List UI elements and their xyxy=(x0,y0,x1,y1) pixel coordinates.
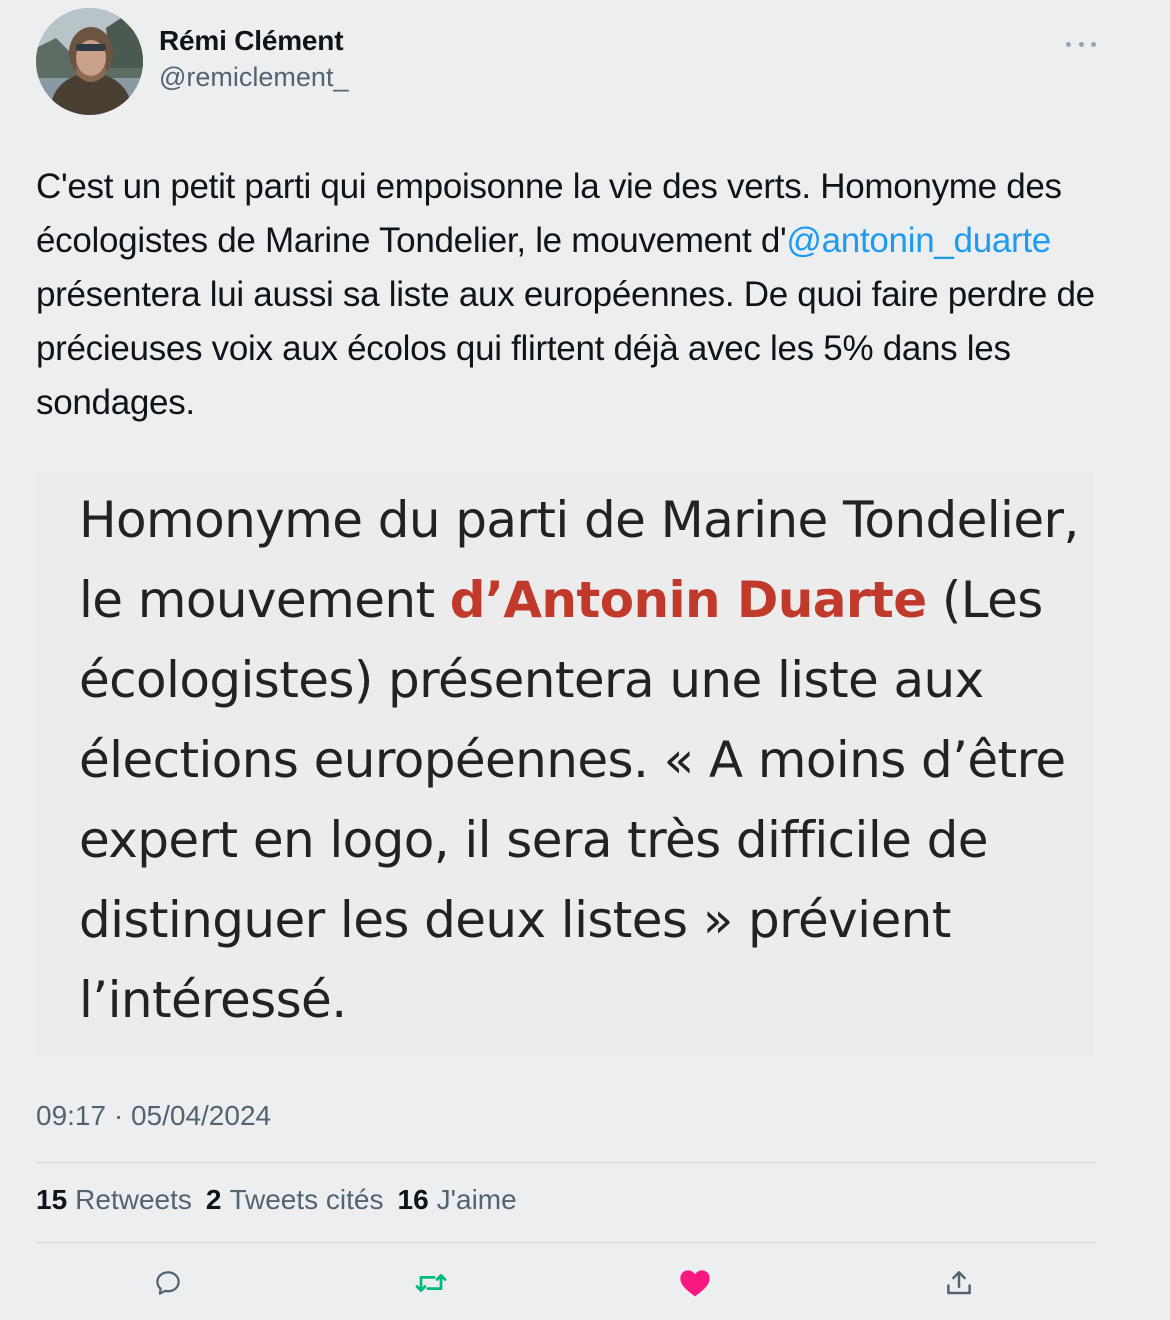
tweet-image[interactable]: Homonyme du parti de Marine Tondelier, l… xyxy=(36,470,1094,1058)
likes-count: 16 xyxy=(397,1184,429,1215)
divider xyxy=(36,1242,1096,1243)
image-text: Homonyme du parti de Marine Tondelier, l… xyxy=(79,480,1079,1040)
reply-button[interactable] xyxy=(151,1266,185,1300)
more-dot xyxy=(1091,41,1096,47)
image-text-part: (Les écologistes) présentera une liste a… xyxy=(79,571,1066,1029)
quotes-label: Tweets cités xyxy=(229,1184,384,1215)
like-button[interactable] xyxy=(678,1266,712,1300)
mention-link[interactable]: @antonin_duarte xyxy=(786,221,1051,260)
more-dot xyxy=(1066,41,1071,47)
tweet-timestamp[interactable]: 09:17 · 05/04/2024 xyxy=(36,1100,271,1132)
avatar[interactable] xyxy=(36,8,143,115)
engagement-stats: 15 Retweets 2 Tweets cités 16 J'aime xyxy=(36,1184,517,1216)
likes-stat[interactable]: 16 J'aime xyxy=(398,1184,517,1216)
retweets-label: Retweets xyxy=(75,1184,192,1215)
retweets-count: 15 xyxy=(36,1184,68,1215)
share-icon xyxy=(947,1271,971,1295)
share-button[interactable] xyxy=(942,1266,976,1300)
image-text-highlight: d’Antonin Duarte xyxy=(449,571,927,629)
author-display-name[interactable]: Rémi Clément xyxy=(159,25,344,57)
reply-icon xyxy=(156,1271,180,1295)
tweet-card: Rémi Clément @remiclement_ C'est un peti… xyxy=(0,0,1170,1320)
quotes-stat[interactable]: 2 Tweets cités xyxy=(206,1184,384,1216)
avatar-image xyxy=(36,8,143,115)
retweet-icon xyxy=(415,1274,447,1292)
author-handle[interactable]: @remiclement_ xyxy=(159,62,348,93)
more-dot xyxy=(1078,41,1084,47)
likes-label: J'aime xyxy=(436,1184,517,1215)
more-options-icon[interactable] xyxy=(1066,34,1096,54)
retweet-button[interactable] xyxy=(414,1266,448,1300)
retweets-stat[interactable]: 15 Retweets xyxy=(36,1184,192,1216)
tweet-text-part: présentera lui aussi sa liste aux europé… xyxy=(36,275,1095,422)
quotes-count: 2 xyxy=(205,1184,222,1215)
tweet-text: C'est un petit parti qui empoisonne la v… xyxy=(36,160,1116,430)
divider xyxy=(36,1162,1096,1163)
heart-icon xyxy=(680,1270,710,1297)
